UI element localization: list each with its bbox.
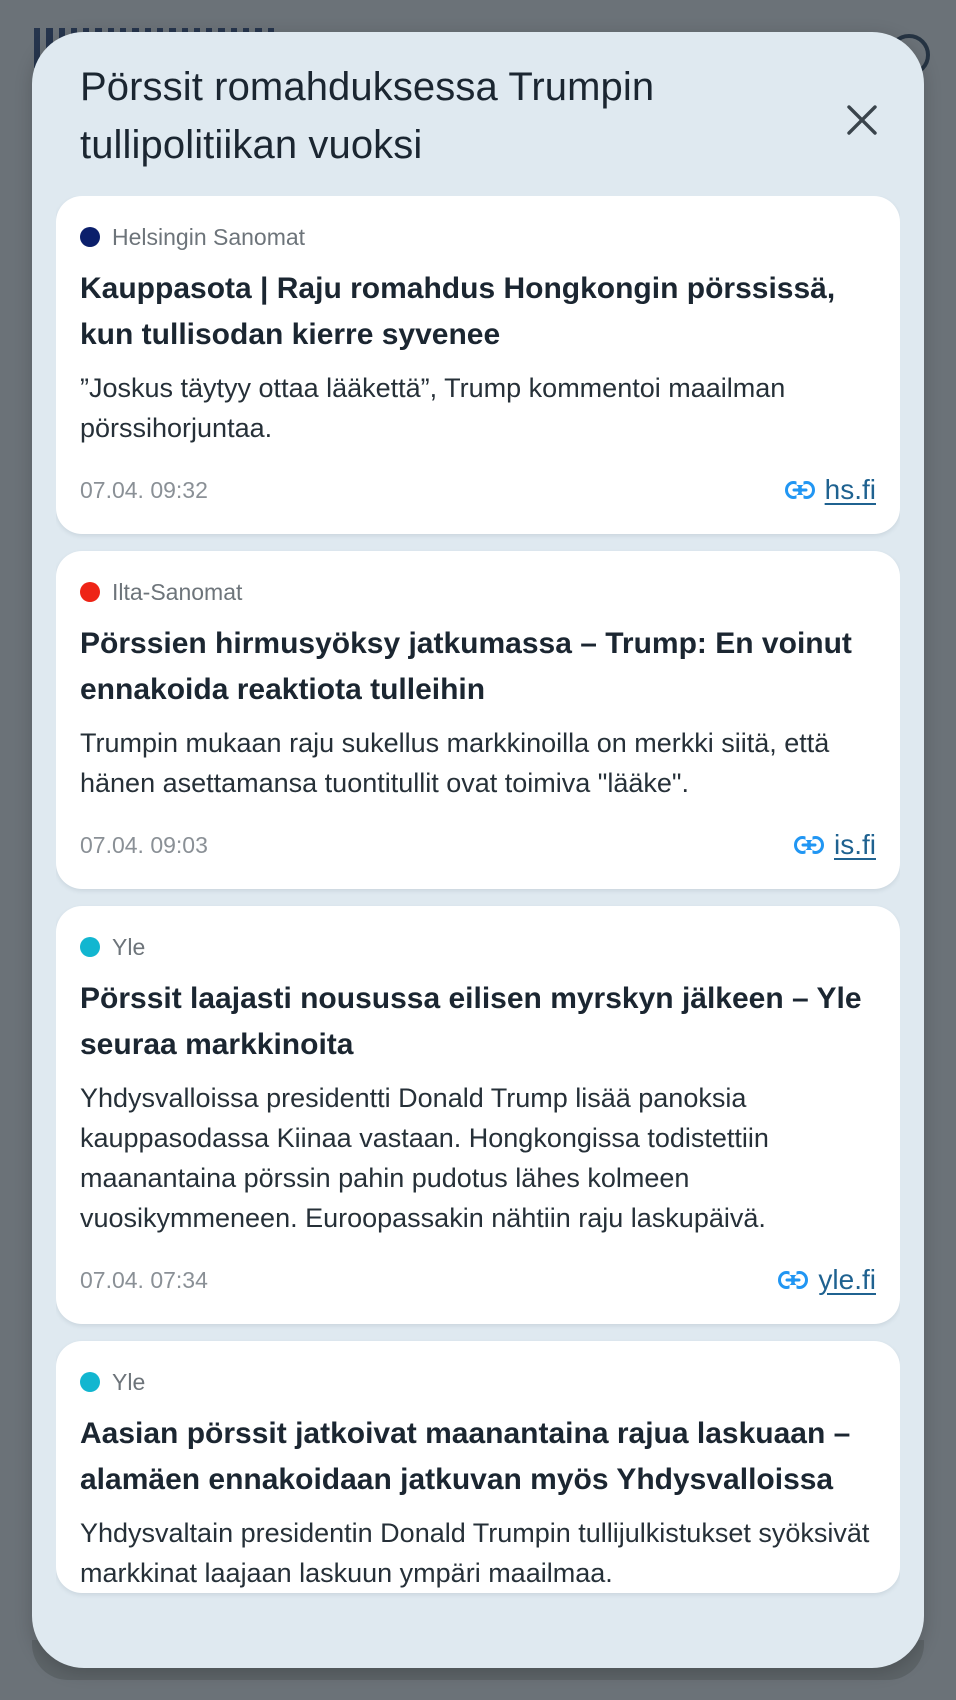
link-icon bbox=[784, 481, 815, 499]
source-name: Yle bbox=[112, 933, 146, 960]
source-color-dot bbox=[80, 582, 100, 602]
article-headline[interactable]: Pörssit laajasti nousussa eilisen myrsky… bbox=[80, 976, 876, 1068]
article-meta: 07.04. 09:03 is.fi bbox=[80, 823, 876, 889]
article-summary: Yhdysvalloissa presidentti Donald Trump … bbox=[80, 1083, 769, 1233]
dialog-header: Pörssit romahduksessa Trumpin tullipolit… bbox=[32, 32, 924, 196]
article-card[interactable]: Yle Aasian pörssit jatkoivat maanantaina… bbox=[56, 1341, 900, 1593]
article-summary: Yhdysvaltain presidentin Donald Trumpin … bbox=[80, 1518, 870, 1588]
source-color-dot bbox=[80, 937, 100, 957]
close-button[interactable] bbox=[834, 92, 890, 148]
article-time: 07.04. 09:32 bbox=[80, 476, 208, 503]
source-link[interactable]: yle.fi bbox=[778, 1264, 876, 1296]
article-headline[interactable]: Kauppasota | Raju romahdus Hongkongin pö… bbox=[80, 266, 876, 358]
article-card[interactable]: Yle Pörssit laajasti nousussa eilisen my… bbox=[56, 906, 900, 1324]
close-icon bbox=[847, 105, 877, 135]
article-list: Helsingin Sanomat Kauppasota | Raju roma… bbox=[56, 196, 900, 1646]
article-time: 07.04. 09:03 bbox=[80, 831, 208, 858]
article-card[interactable]: Ilta-Sanomat Pörssien hirmusyöksy jatkum… bbox=[56, 551, 900, 889]
article-headline[interactable]: Aasian pörssit jatkoivat maanantaina raj… bbox=[80, 1411, 876, 1503]
source-domain[interactable]: hs.fi bbox=[825, 474, 876, 506]
source-row: Helsingin Sanomat bbox=[80, 222, 876, 252]
article-time: 07.04. 07:34 bbox=[80, 1266, 208, 1293]
source-name: Helsingin Sanomat bbox=[112, 223, 306, 250]
article-meta: 07.04. 09:32 hs.fi bbox=[80, 468, 876, 534]
source-link[interactable]: is.fi bbox=[794, 829, 876, 861]
source-row: Yle bbox=[80, 1367, 876, 1397]
source-domain[interactable]: yle.fi bbox=[818, 1264, 876, 1296]
dialog-title: Pörssit romahduksessa Trumpin tullipolit… bbox=[80, 65, 655, 167]
source-domain[interactable]: is.fi bbox=[834, 829, 876, 861]
article-summary: Trumpin mukaan raju sukellus markkinoill… bbox=[80, 728, 830, 798]
source-name: Ilta-Sanomat bbox=[112, 578, 243, 605]
source-row: Ilta-Sanomat bbox=[80, 577, 876, 607]
article-card[interactable]: Helsingin Sanomat Kauppasota | Raju roma… bbox=[56, 196, 900, 534]
source-name: Yle bbox=[112, 1368, 146, 1395]
source-color-dot bbox=[80, 227, 100, 247]
source-color-dot bbox=[80, 1372, 100, 1392]
link-icon bbox=[778, 1271, 809, 1289]
article-summary: ”Joskus täytyy ottaa lääkettä”, Trump ko… bbox=[80, 373, 786, 443]
story-cluster-dialog: Pörssit romahduksessa Trumpin tullipolit… bbox=[32, 32, 924, 1668]
source-link[interactable]: hs.fi bbox=[784, 474, 876, 506]
source-row: Yle bbox=[80, 932, 876, 962]
article-headline[interactable]: Pörssien hirmusyöksy jatkumassa – Trump:… bbox=[80, 621, 876, 713]
article-meta: 07.04. 07:34 yle.fi bbox=[80, 1258, 876, 1324]
link-icon bbox=[794, 836, 824, 854]
